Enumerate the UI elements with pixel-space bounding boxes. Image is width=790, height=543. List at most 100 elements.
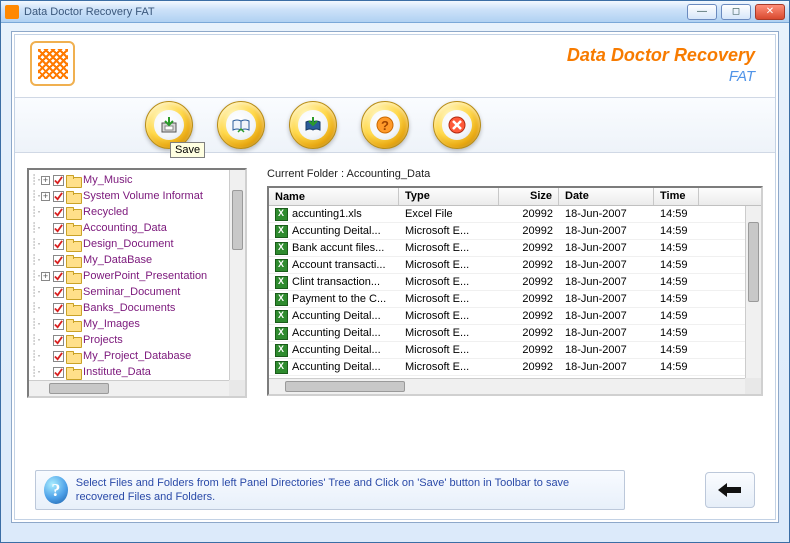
file-scrollbar-vertical[interactable]: [745, 206, 761, 378]
excel-file-icon: [275, 344, 288, 357]
titlebar[interactable]: Data Doctor Recovery FAT — ◻ ✕: [1, 1, 789, 23]
folder-icon: [66, 287, 80, 298]
checkbox[interactable]: [53, 271, 64, 282]
tree-item-label: System Volume Informat: [83, 190, 203, 202]
checkbox[interactable]: [53, 191, 64, 202]
file-name: accunting1.xls: [292, 208, 362, 220]
file-size: 20992: [499, 310, 559, 322]
tree-item[interactable]: ┊·+Accounting_Data: [31, 220, 243, 236]
tree-item-label: Accounting_Data: [83, 222, 167, 234]
content-area: ┊·+My_Music ┊·+System Volume Informat ┊·…: [15, 160, 775, 459]
file-list-header[interactable]: Name Type Size Date Time: [269, 188, 761, 206]
expand-icon[interactable]: +: [41, 176, 50, 185]
file-row[interactable]: Bank accunt files...Microsoft E...209921…: [269, 240, 761, 257]
folder-icon: [66, 367, 80, 378]
file-name: Clint transaction...: [292, 276, 380, 288]
hint-text: Select Files and Folders from left Panel…: [76, 476, 616, 505]
file-row[interactable]: Accunting Deital...Microsoft E...2099218…: [269, 223, 761, 240]
file-row[interactable]: Payment to the C...Microsoft E...2099218…: [269, 291, 761, 308]
tree-item[interactable]: ┊·+Institute_Data: [31, 364, 243, 380]
tree-item[interactable]: ┊·+My_Project_Database: [31, 348, 243, 364]
file-name: Accunting Deital...: [292, 310, 381, 322]
file-row[interactable]: Clint transaction...Microsoft E...209921…: [269, 274, 761, 291]
stop-button[interactable]: [433, 101, 481, 149]
file-type: Microsoft E...: [399, 276, 499, 288]
file-name: Accunting Deital...: [292, 225, 381, 237]
app-logo: [30, 41, 75, 86]
col-size[interactable]: Size: [499, 188, 559, 205]
checkbox[interactable]: [53, 255, 64, 266]
file-time: 14:59: [654, 344, 699, 356]
file-area: Current Folder : Accounting_Data Name Ty…: [267, 168, 763, 451]
file-row[interactable]: Accunting Deital...Microsoft E...2099218…: [269, 308, 761, 325]
tree-item-label: PowerPoint_Presentation: [83, 270, 207, 282]
file-date: 18-Jun-2007: [559, 276, 654, 288]
tree-item[interactable]: ┊·+My_DataBase: [31, 252, 243, 268]
tree-scrollbar-vertical[interactable]: [229, 170, 245, 380]
file-time: 14:59: [654, 208, 699, 220]
col-type[interactable]: Type: [399, 188, 499, 205]
file-row[interactable]: Accunting Deital...Microsoft E...2099218…: [269, 342, 761, 359]
tree-item[interactable]: ┊·+Design_Document: [31, 236, 243, 252]
checkbox[interactable]: [53, 303, 64, 314]
file-list[interactable]: Name Type Size Date Time accunting1.xlsE…: [267, 186, 763, 396]
excel-file-icon: [275, 361, 288, 374]
maximize-button[interactable]: ◻: [721, 4, 751, 20]
folder-icon: [66, 239, 80, 250]
expand-icon[interactable]: +: [41, 192, 50, 201]
file-date: 18-Jun-2007: [559, 259, 654, 271]
open-log-button[interactable]: [217, 101, 265, 149]
col-time[interactable]: Time: [654, 188, 699, 205]
checkbox[interactable]: [53, 287, 64, 298]
tree-item[interactable]: ┊·+Banks_Documents: [31, 300, 243, 316]
checkbox[interactable]: [53, 367, 64, 378]
help-button[interactable]: ?: [361, 101, 409, 149]
tree-scrollbar-horizontal[interactable]: [29, 380, 229, 396]
folder-icon: [66, 207, 80, 218]
file-date: 18-Jun-2007: [559, 361, 654, 373]
excel-file-icon: [275, 225, 288, 238]
checkbox[interactable]: [53, 351, 64, 362]
back-button[interactable]: [705, 472, 755, 508]
file-row[interactable]: Accunting Deital...Microsoft E...2099218…: [269, 325, 761, 342]
excel-file-icon: [275, 310, 288, 323]
cancel-icon: [447, 115, 467, 135]
folder-tree[interactable]: ┊·+My_Music ┊·+System Volume Informat ┊·…: [27, 168, 247, 398]
file-time: 14:59: [654, 361, 699, 373]
tree-item[interactable]: ┊·+Projects: [31, 332, 243, 348]
minimize-button[interactable]: —: [687, 4, 717, 20]
file-row[interactable]: Account transacti...Microsoft E...209921…: [269, 257, 761, 274]
info-icon: ?: [44, 476, 68, 504]
tree-item[interactable]: ┊·+My_Images: [31, 316, 243, 332]
save-button[interactable]: Save: [145, 101, 193, 149]
tree-item[interactable]: ┊·+PowerPoint_Presentation: [31, 268, 243, 284]
file-name: Payment to the C...: [292, 293, 386, 305]
toolbar: Save ?: [15, 97, 775, 153]
expand-icon[interactable]: +: [41, 272, 50, 281]
tree-item[interactable]: ┊·+Seminar_Document: [31, 284, 243, 300]
checkbox[interactable]: [53, 335, 64, 346]
tree-item[interactable]: ┊·+System Volume Informat: [31, 188, 243, 204]
file-scrollbar-horizontal[interactable]: [269, 378, 745, 394]
hint-box: ? Select Files and Folders from left Pan…: [35, 470, 625, 510]
tree-item-label: My_Music: [83, 174, 133, 186]
file-name: Accunting Deital...: [292, 344, 381, 356]
tree-item-label: Seminar_Document: [83, 286, 180, 298]
col-name[interactable]: Name: [269, 188, 399, 205]
file-row[interactable]: accunting1.xlsExcel File2099218-Jun-2007…: [269, 206, 761, 223]
tree-item[interactable]: ┊·+Recycled: [31, 204, 243, 220]
open-book-icon: [231, 115, 251, 135]
folder-icon: [66, 351, 80, 362]
checkbox[interactable]: [53, 319, 64, 330]
checkbox[interactable]: [53, 223, 64, 234]
close-button[interactable]: ✕: [755, 4, 785, 20]
load-button[interactable]: [289, 101, 337, 149]
tree-item[interactable]: ┊·+My_Music: [31, 172, 243, 188]
checkbox[interactable]: [53, 175, 64, 186]
file-date: 18-Jun-2007: [559, 242, 654, 254]
file-date: 18-Jun-2007: [559, 225, 654, 237]
checkbox[interactable]: [53, 207, 64, 218]
col-date[interactable]: Date: [559, 188, 654, 205]
checkbox[interactable]: [53, 239, 64, 250]
file-row[interactable]: Accunting Deital...Microsoft E...2099218…: [269, 359, 761, 376]
